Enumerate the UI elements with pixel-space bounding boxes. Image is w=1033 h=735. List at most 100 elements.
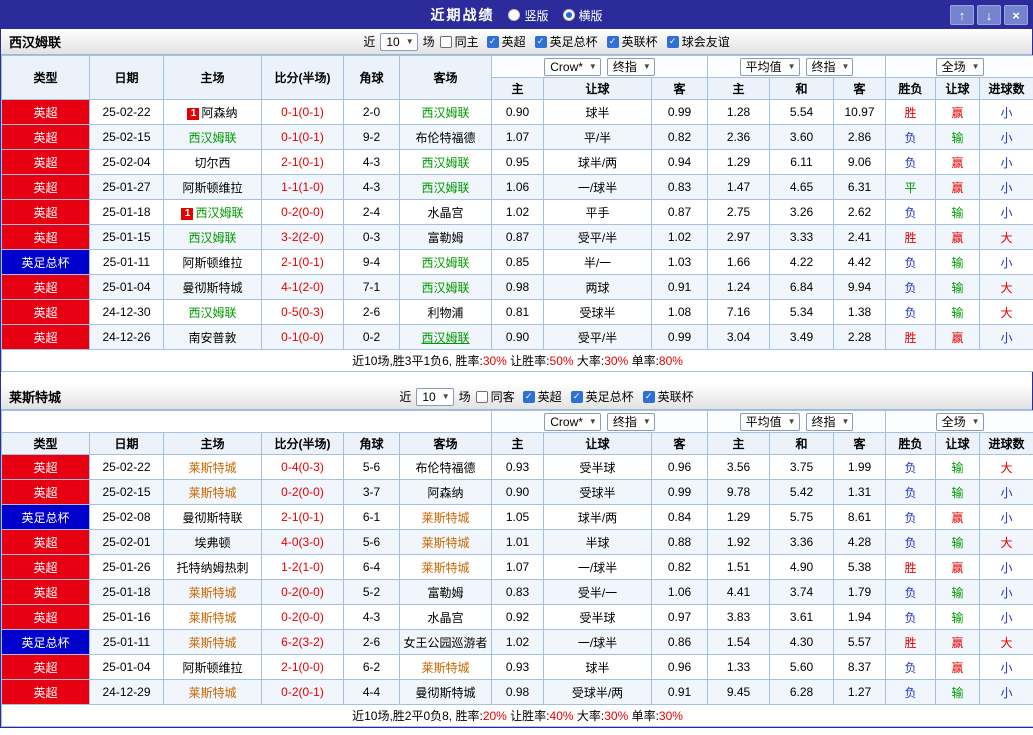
date-cell: 25-01-04	[90, 275, 164, 300]
avg-source-select[interactable]: 平均值▼	[740, 413, 800, 431]
col-header-handicap-result: 让球	[936, 78, 980, 100]
date-cell: 25-02-04	[90, 150, 164, 175]
odds-stage-select[interactable]: 终指▼	[607, 413, 655, 431]
scope-select[interactable]: 全场▼	[936, 58, 984, 76]
scope-select[interactable]: 全场▼	[936, 413, 984, 431]
away-team-cell: 富勒姆	[400, 580, 492, 605]
col-header-odds-away: 客	[652, 78, 708, 100]
team-name: 莱斯特城	[188, 461, 236, 475]
goals-cell: 小	[980, 680, 1033, 705]
handicap-result-cell: 输	[936, 275, 980, 300]
date-cell: 25-02-01	[90, 530, 164, 555]
goals-cell: 小	[980, 175, 1033, 200]
league-cell: 英超	[2, 530, 90, 555]
date-cell: 25-02-15	[90, 480, 164, 505]
team-name: 莱斯特城	[188, 586, 236, 600]
odds-stage-value: 终指	[613, 413, 637, 430]
league-filter-checkbox[interactable]: ✓英足总杯	[571, 388, 634, 405]
avg-select-header: 平均值▼ 终指▼	[708, 56, 886, 78]
odds-handicap-cell: 受球半/两	[544, 680, 652, 705]
match-row: 英超25-01-04阿斯顿维拉2-1(0-0)6-2莱斯特城0.93球半0.96…	[2, 655, 1033, 680]
score-cell: 3-2(2-0)	[262, 225, 344, 250]
corner-cell: 2-4	[344, 200, 400, 225]
move-up-button[interactable]: ↑	[950, 5, 974, 25]
odds-away-cell: 0.82	[652, 125, 708, 150]
home-team-cell: 埃弗顿	[164, 530, 262, 555]
team-name: 西汉姆联	[421, 106, 469, 120]
date-cell: 25-02-22	[90, 455, 164, 480]
section-header: 西汉姆联 近 10▼ 场 同主 ✓英超✓英足总杯✓英联杯✓球会友谊	[1, 29, 1032, 55]
chevron-down-icon: ▼	[842, 62, 850, 71]
odds-home-cell: 1.07	[492, 555, 544, 580]
avg-away-cell: 4.42	[834, 250, 886, 275]
handicap-result-cell: 输	[936, 300, 980, 325]
avg-home-cell: 1.66	[708, 250, 770, 275]
odds-source-select[interactable]: Crow*▼	[544, 58, 601, 76]
avg-draw-cell: 6.84	[770, 275, 834, 300]
corner-cell: 4-4	[344, 680, 400, 705]
odds-stage-select[interactable]: 终指▼	[607, 58, 655, 76]
avg-draw-cell: 5.60	[770, 655, 834, 680]
checkbox-icon: ✓	[643, 391, 655, 403]
avg-home-cell: 1.92	[708, 530, 770, 555]
odds-home-cell: 0.98	[492, 680, 544, 705]
odds-source-select[interactable]: Crow*▼	[544, 413, 601, 431]
match-row: 英超25-01-27阿斯顿维拉1-1(1-0)4-3西汉姆联1.06一/球半0.…	[2, 175, 1033, 200]
corner-cell: 9-2	[344, 125, 400, 150]
goals-cell: 小	[980, 125, 1033, 150]
home-team-cell: 切尔西	[164, 150, 262, 175]
avg-stage-select[interactable]: 终指▼	[806, 58, 854, 76]
odds-away-cell: 0.99	[652, 480, 708, 505]
team-name: 西汉姆联	[421, 256, 469, 270]
league-filter-checkbox[interactable]: ✓英联杯	[643, 388, 694, 405]
close-button[interactable]: ×	[1004, 5, 1028, 25]
avg-away-cell: 1.38	[834, 300, 886, 325]
corner-cell: 7-1	[344, 275, 400, 300]
league-filter-group: ✓英超 ✓英足总杯 ✓英联杯	[523, 388, 694, 405]
summary-stat-value: 50%	[550, 354, 574, 368]
away-team-cell: 莱斯特城	[400, 530, 492, 555]
same-venue-checkbox[interactable]: 同主	[440, 33, 479, 50]
league-filter-checkbox[interactable]: ✓英超	[523, 388, 562, 405]
odds-handicap-cell: 平手	[544, 200, 652, 225]
move-down-button[interactable]: ↓	[977, 5, 1001, 25]
red-card-badge: 1	[181, 208, 193, 220]
avg-home-cell: 2.36	[708, 125, 770, 150]
league-filter-checkbox[interactable]: ✓英联杯	[607, 33, 658, 50]
match-row: 英超25-01-16莱斯特城0-2(0-0)4-3水晶宫0.92受半球0.973…	[2, 605, 1033, 630]
corner-cell: 9-4	[344, 250, 400, 275]
avg-home-cell: 4.41	[708, 580, 770, 605]
same-venue-checkbox[interactable]: 同客	[476, 388, 515, 405]
date-cell: 25-01-16	[90, 605, 164, 630]
layout-radio-horizontal[interactable]: 横版	[563, 7, 603, 24]
odds-home-cell: 0.90	[492, 480, 544, 505]
summary-stat-value: 30%	[604, 709, 628, 723]
checkbox-icon: ✓	[535, 36, 547, 48]
corner-cell: 3-7	[344, 480, 400, 505]
league-cell: 英超	[2, 580, 90, 605]
close-icon: ×	[1012, 8, 1020, 23]
goals-cell: 小	[980, 150, 1033, 175]
home-team-cell: 莱斯特城	[164, 455, 262, 480]
layout-radio-vertical[interactable]: 竖版	[508, 7, 548, 24]
odds-handicap-cell: 球半/两	[544, 150, 652, 175]
result-cell: 胜	[886, 100, 936, 125]
col-header-odds-handicap: 让球	[544, 433, 652, 455]
league-cell: 英超	[2, 225, 90, 250]
league-filter-checkbox[interactable]: ✓英足总杯	[535, 33, 598, 50]
goals-cell: 大	[980, 455, 1033, 480]
away-team-cell: 水晶宫	[400, 200, 492, 225]
match-count-select[interactable]: 10▼	[416, 388, 453, 406]
handicap-result-cell: 赢	[936, 225, 980, 250]
corner-cell: 5-6	[344, 455, 400, 480]
avg-stage-select[interactable]: 终指▼	[806, 413, 854, 431]
away-team-cell: 女王公园巡游者	[400, 630, 492, 655]
avg-away-cell: 10.97	[834, 100, 886, 125]
avg-source-select[interactable]: 平均值▼	[740, 58, 800, 76]
odds-home-cell: 0.90	[492, 100, 544, 125]
match-count-select[interactable]: 10▼	[380, 33, 417, 51]
goals-cell: 小	[980, 480, 1033, 505]
handicap-result-cell: 赢	[936, 175, 980, 200]
league-filter-checkbox[interactable]: ✓英超	[487, 33, 526, 50]
league-filter-checkbox[interactable]: ✓球会友谊	[667, 33, 730, 50]
